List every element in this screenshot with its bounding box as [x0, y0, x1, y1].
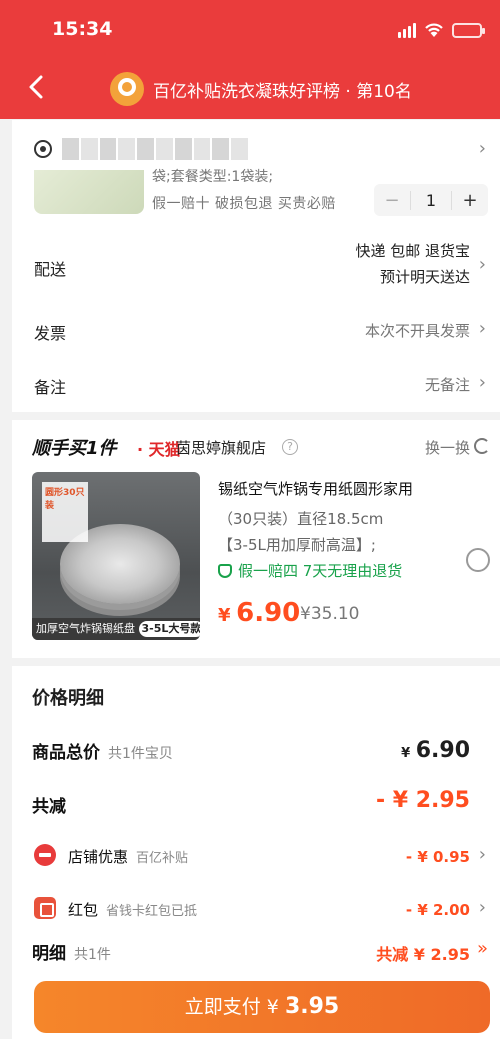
quantity-value[interactable]: 1 [410, 190, 452, 210]
image-tag: 圆形30只装 [42, 482, 88, 542]
chevron-double-down-icon[interactable]: » [477, 938, 488, 959]
store-name[interactable]: 茵思婷旗舰店 [176, 437, 266, 458]
addon-old-price: ¥35.10 [300, 604, 360, 624]
total-label: 商品总价 共1件宝贝 [32, 743, 173, 763]
note-label: 备注 [34, 378, 67, 397]
address-blurred [62, 138, 248, 160]
address-row[interactable]: › [12, 128, 500, 168]
guarantee-row: 假一赔四 7天无理由退货 [218, 560, 402, 581]
product-spec: 袋;套餐类型:1袋装; [152, 169, 274, 185]
addon-product-title[interactable]: 锡纸空气炸锅专用纸圆形家用 [218, 478, 458, 499]
chevron-right-icon: › [478, 318, 486, 339]
increase-button[interactable]: + [452, 190, 488, 211]
shield-icon [218, 563, 232, 578]
store-coupon-icon [34, 844, 56, 866]
addon-title: 顺手买1件 [32, 438, 117, 459]
total-value: ¥ 6.90 [401, 738, 470, 763]
status-icons [398, 22, 485, 38]
price-detail-panel: 价格明细 商品总价 共1件宝贝 ¥ 6.90 共减 - ¥ 2.95 店铺优惠 百亿… [12, 666, 500, 1039]
invoice-value: 本次不开具发票 [364, 322, 470, 340]
store-discount-value[interactable]: - ¥ 0.95 [406, 848, 470, 866]
battery-icon [452, 22, 485, 38]
chevron-right-icon: › [478, 844, 486, 865]
quantity-stepper: − 1 + [374, 184, 488, 216]
product-promises: 假一赔十 破损包退 买贵必赔 [152, 196, 336, 212]
addon-product-sub2: 【3-5L用加厚耐高温】; [218, 536, 376, 554]
decrease-button[interactable]: − [374, 190, 410, 211]
red-packet-icon [34, 897, 56, 919]
discount-label: 共减 [32, 797, 66, 817]
pay-now-button[interactable]: 立即支付 ¥ 3.95 [34, 981, 490, 1033]
addon-product-panel: 顺手买1件 · 天猫 茵思婷旗舰店 ? 换一换 圆形30只装 加厚空气炸锅锡纸盘… [12, 420, 500, 658]
award-badge-icon [110, 72, 144, 106]
tmall-logo: · 天猫 [137, 440, 181, 459]
addon-price: ¥ 6.90 [218, 598, 301, 628]
delivery-line2: 预计明天送达 [379, 268, 470, 286]
location-icon [34, 140, 52, 158]
addon-select-radio[interactable] [466, 548, 490, 572]
red-packet-value[interactable]: - ¥ 2.00 [406, 901, 470, 919]
checkout-page: 15:34 百亿补贴洗衣凝珠好评榜 · 第10名 › 袋;套餐类型:1袋装; 假… [0, 0, 500, 1039]
addon-product-image[interactable]: 圆形30只装 加厚空气炸锅锡纸盘 3-5L大号款 [32, 472, 200, 640]
help-icon[interactable]: ? [282, 439, 298, 455]
delivery-line1: 快递 包邮 退货宝 [355, 242, 470, 260]
discount-value: - ¥ 2.95 [375, 788, 470, 813]
header-bar: 15:34 百亿补贴洗衣凝珠好评榜 · 第10名 [0, 0, 500, 119]
price-detail-title: 价格明细 [32, 688, 104, 709]
chevron-right-icon: › [478, 254, 486, 275]
detail-label: 明细 共1件 [32, 944, 111, 964]
refresh-icon[interactable] [474, 438, 490, 454]
rank-banner[interactable]: 百亿补贴洗衣凝珠好评榜 · 第10名 [110, 72, 412, 106]
detail-value[interactable]: 共减 ¥ 2.95 [376, 941, 470, 965]
delivery-label: 配送 [34, 260, 67, 279]
chevron-right-icon: › [478, 372, 486, 393]
chevron-right-icon: › [478, 897, 486, 918]
signal-icon [398, 22, 416, 38]
swap-button[interactable]: 换一换 [425, 437, 470, 458]
guarantee-text: 假一赔四 7天无理由退货 [238, 562, 403, 580]
order-info-panel: › 袋;套餐类型:1袋装; 假一赔十 破损包退 买贵必赔 − 1 + 配送 快递… [12, 120, 500, 412]
back-arrow-icon[interactable] [22, 72, 52, 102]
red-packet-label: 红包 省钱卡红包已抵 [68, 901, 198, 919]
invoice-label: 发票 [34, 324, 67, 343]
chevron-right-icon: › [478, 138, 486, 159]
image-caption: 加厚空气炸锅锡纸盘 3-5L大号款 [32, 618, 200, 640]
product-thumbnail [34, 170, 144, 214]
note-value: 无备注 [424, 376, 470, 394]
rank-text: 百亿补贴洗衣凝珠好评榜 · 第10名 [153, 81, 412, 102]
store-discount-label: 店铺优惠 百亿补贴 [68, 848, 189, 866]
status-time: 15:34 [52, 18, 113, 40]
wifi-icon [425, 23, 443, 37]
addon-product-sub1: （30只装）直径18.5cm [218, 510, 384, 528]
